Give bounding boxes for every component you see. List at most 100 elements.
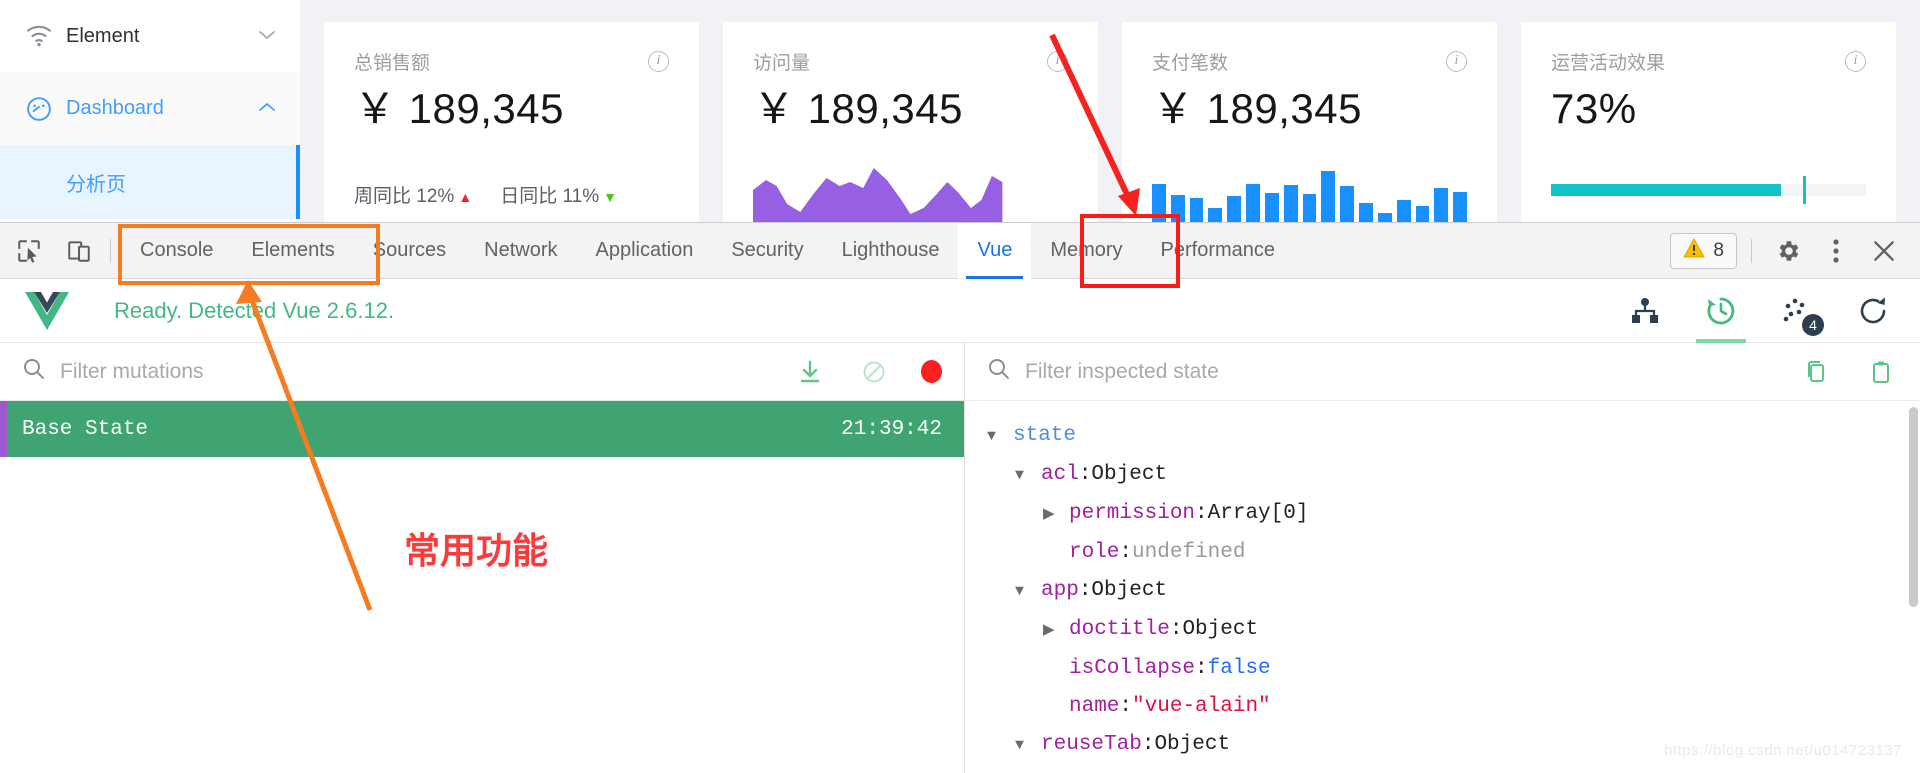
state-value: undefined	[1132, 541, 1246, 564]
trend-down-icon: ▼	[603, 189, 617, 205]
card-footer: 周同比 12% ▲ 日同比 11% ▼	[354, 181, 617, 208]
sidebar-subitem-analysis-label: 分析页	[66, 173, 126, 196]
state-tree-row[interactable]: isCollapse: false	[987, 650, 1920, 688]
state-key: acl	[1041, 463, 1079, 486]
device-toolbar-icon[interactable]	[58, 230, 100, 272]
caret-down-icon[interactable]	[1015, 727, 1041, 765]
devtools-panel: Console Elements Sources Network Application…	[0, 222, 1920, 773]
visits-area-chart	[753, 160, 1068, 222]
devtools-tabbar-right: 8	[1670, 229, 1920, 273]
info-circle-icon[interactable]: i	[1845, 51, 1866, 72]
gear-icon[interactable]	[1766, 229, 1810, 273]
vue-panel-body: Base State 21:39:42	[0, 343, 1920, 773]
week-label: 周同比	[354, 186, 412, 207]
devtools-tab-list: Console Elements Sources Network Application…	[121, 222, 1295, 279]
card-header: 运营活动效果 i	[1551, 48, 1866, 75]
devtools-tab-console[interactable]: Console	[121, 223, 232, 279]
caret-down-icon[interactable]	[987, 418, 1013, 456]
close-icon[interactable]	[1862, 229, 1906, 273]
wifi-icon	[24, 25, 54, 47]
stat-card-payments: 支付笔数 i ￥ 189,345	[1122, 22, 1497, 222]
devtools-tab-sources[interactable]: Sources	[354, 223, 465, 279]
state-tree-row[interactable]: role: undefined	[987, 534, 1920, 572]
copy-icon[interactable]	[1800, 355, 1834, 389]
inspect-element-icon[interactable]	[8, 230, 50, 272]
events-icon[interactable]: 4	[1774, 288, 1824, 336]
app-sidebar: Element Dashboard 分析页	[0, 0, 300, 222]
sidebar-item-element[interactable]: Element	[0, 0, 300, 72]
info-circle-icon[interactable]: i	[648, 51, 669, 72]
state-tree-row[interactable]: acl: Object	[987, 456, 1920, 495]
sidebar-item-dashboard[interactable]: Dashboard	[0, 72, 300, 145]
state-separator: :	[1169, 618, 1183, 641]
caret-down-icon[interactable]	[1015, 573, 1041, 611]
state-separator: :	[1195, 502, 1208, 525]
state-tree-row[interactable]: app: Object	[987, 572, 1920, 611]
mutations-list: Base State 21:39:42	[0, 401, 964, 457]
export-icon[interactable]	[793, 355, 827, 389]
mutation-label: Base State	[22, 417, 149, 441]
mutations-filter-bar	[0, 343, 964, 401]
paste-clipboard-icon[interactable]	[1864, 355, 1898, 389]
stat-card-campaign: 运营活动效果 i 73%	[1521, 22, 1896, 222]
component-tree-icon[interactable]	[1622, 288, 1668, 334]
search-icon	[987, 357, 1011, 386]
state-separator: :	[1141, 733, 1155, 756]
caret-right-icon[interactable]	[1043, 496, 1069, 534]
mutations-filter-input[interactable]	[60, 359, 779, 384]
mutation-row[interactable]: Base State 21:39:42	[0, 401, 964, 457]
state-key: role	[1069, 541, 1120, 564]
progress-tick-marker	[1802, 176, 1806, 204]
devtools-tab-memory[interactable]: Memory	[1031, 223, 1141, 279]
info-circle-icon[interactable]: i	[1446, 51, 1467, 72]
search-icon	[22, 357, 46, 386]
mutations-pane: Base State 21:39:42	[0, 343, 965, 773]
campaign-progress-bar	[1551, 176, 1866, 204]
devtools-tab-application[interactable]: Application	[577, 223, 713, 279]
caret-down-icon[interactable]	[1015, 457, 1041, 495]
state-filter-bar	[965, 343, 1920, 401]
devtools-tab-label: Lighthouse	[841, 239, 940, 261]
state-scrollbar[interactable]	[1909, 407, 1918, 607]
record-icon[interactable]	[921, 360, 942, 383]
card-title: 总销售额	[354, 53, 431, 74]
state-value: "vue-alain"	[1132, 695, 1271, 718]
state-tree-row[interactable]: name: "vue-alain"	[987, 688, 1920, 726]
state-tree-row[interactable]: state	[987, 417, 1920, 456]
card-value: 73%	[1551, 85, 1637, 132]
clear-disabled-icon[interactable]	[857, 355, 891, 389]
caret-right-icon[interactable]	[1043, 612, 1069, 650]
sidebar-subitem-analysis[interactable]: 分析页	[0, 145, 300, 219]
devtools-tab-lighthouse[interactable]: Lighthouse	[823, 223, 959, 279]
state-filter-input[interactable]	[1025, 359, 1786, 384]
devtools-tab-security[interactable]: Security	[712, 223, 822, 279]
devtools-tab-performance[interactable]: Performance	[1142, 223, 1295, 279]
state-value: Array[0]	[1207, 502, 1309, 525]
info-circle-icon[interactable]: i	[1047, 51, 1068, 72]
devtools-tab-network[interactable]: Network	[465, 223, 576, 279]
warning-count-chip[interactable]: 8	[1670, 232, 1737, 269]
devtools-tab-vue[interactable]: Vue	[958, 222, 1032, 279]
warning-count-label: 8	[1713, 239, 1724, 261]
devtools-tab-elements[interactable]: Elements	[232, 223, 353, 279]
card-value: ￥ 189,345	[1152, 85, 1362, 132]
day-label: 日同比	[500, 186, 558, 207]
right-divider	[1751, 238, 1752, 263]
vuex-history-icon[interactable]	[1696, 288, 1746, 343]
kebab-menu-icon[interactable]	[1814, 229, 1858, 273]
sidebar-item-dashboard-label: Dashboard	[66, 97, 164, 119]
state-tree-row[interactable]: permission: Array[0]	[987, 495, 1920, 534]
state-value: Object	[1154, 733, 1231, 756]
chevron-up-icon	[258, 100, 276, 117]
devtools-tab-label: Sources	[372, 239, 447, 261]
trend-up-icon: ▲	[458, 189, 473, 205]
devtools-tab-label: Security	[731, 239, 804, 261]
devtools-tabbar: Console Elements Sources Network Application…	[0, 222, 1920, 279]
state-key: doctitle	[1069, 618, 1170, 641]
refresh-icon[interactable]	[1850, 288, 1896, 334]
state-tree-row[interactable]: doctitle: Object	[987, 611, 1920, 650]
devtools-tab-label: Memory	[1050, 239, 1123, 261]
vue-status-text: Ready. Detected Vue 2.6.12.	[114, 297, 395, 323]
devtools-tab-label: Elements	[251, 239, 335, 261]
screen-root: Element Dashboard 分析页 总销售额 i ￥ 189,345 周…	[0, 0, 1920, 773]
